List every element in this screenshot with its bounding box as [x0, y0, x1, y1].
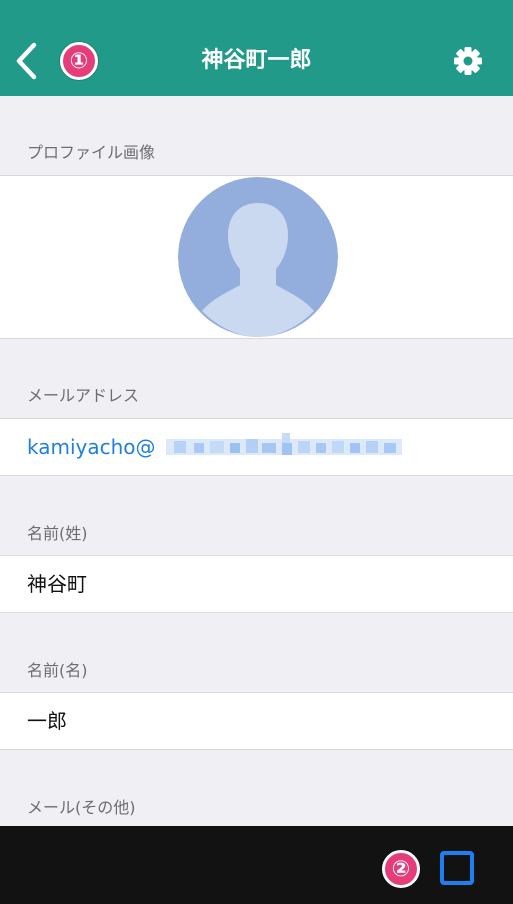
redacted-email-domain — [166, 433, 402, 455]
bottom-toolbar — [0, 826, 513, 904]
person-silhouette-icon — [178, 177, 338, 337]
first-name-label: 名前(名) — [27, 661, 88, 680]
gear-icon — [454, 47, 482, 75]
profile-image-label: プロファイル画像 — [27, 143, 156, 162]
avatar[interactable] — [178, 177, 338, 337]
email-label: メールアドレス — [27, 386, 140, 405]
last-name-value: 神谷町 — [27, 572, 87, 596]
square-icon[interactable] — [440, 851, 474, 885]
first-name-card[interactable] — [0, 692, 513, 750]
annotation-badge-2: ② — [382, 850, 420, 888]
page-title: 神谷町一郎 — [201, 48, 312, 73]
settings-button[interactable] — [450, 43, 486, 79]
email-value: kamiyacho@ — [27, 435, 156, 459]
other-email-label: メール(その他) — [27, 798, 136, 817]
first-name-value: 一郎 — [27, 709, 67, 733]
last-name-label: 名前(姓) — [27, 524, 88, 543]
